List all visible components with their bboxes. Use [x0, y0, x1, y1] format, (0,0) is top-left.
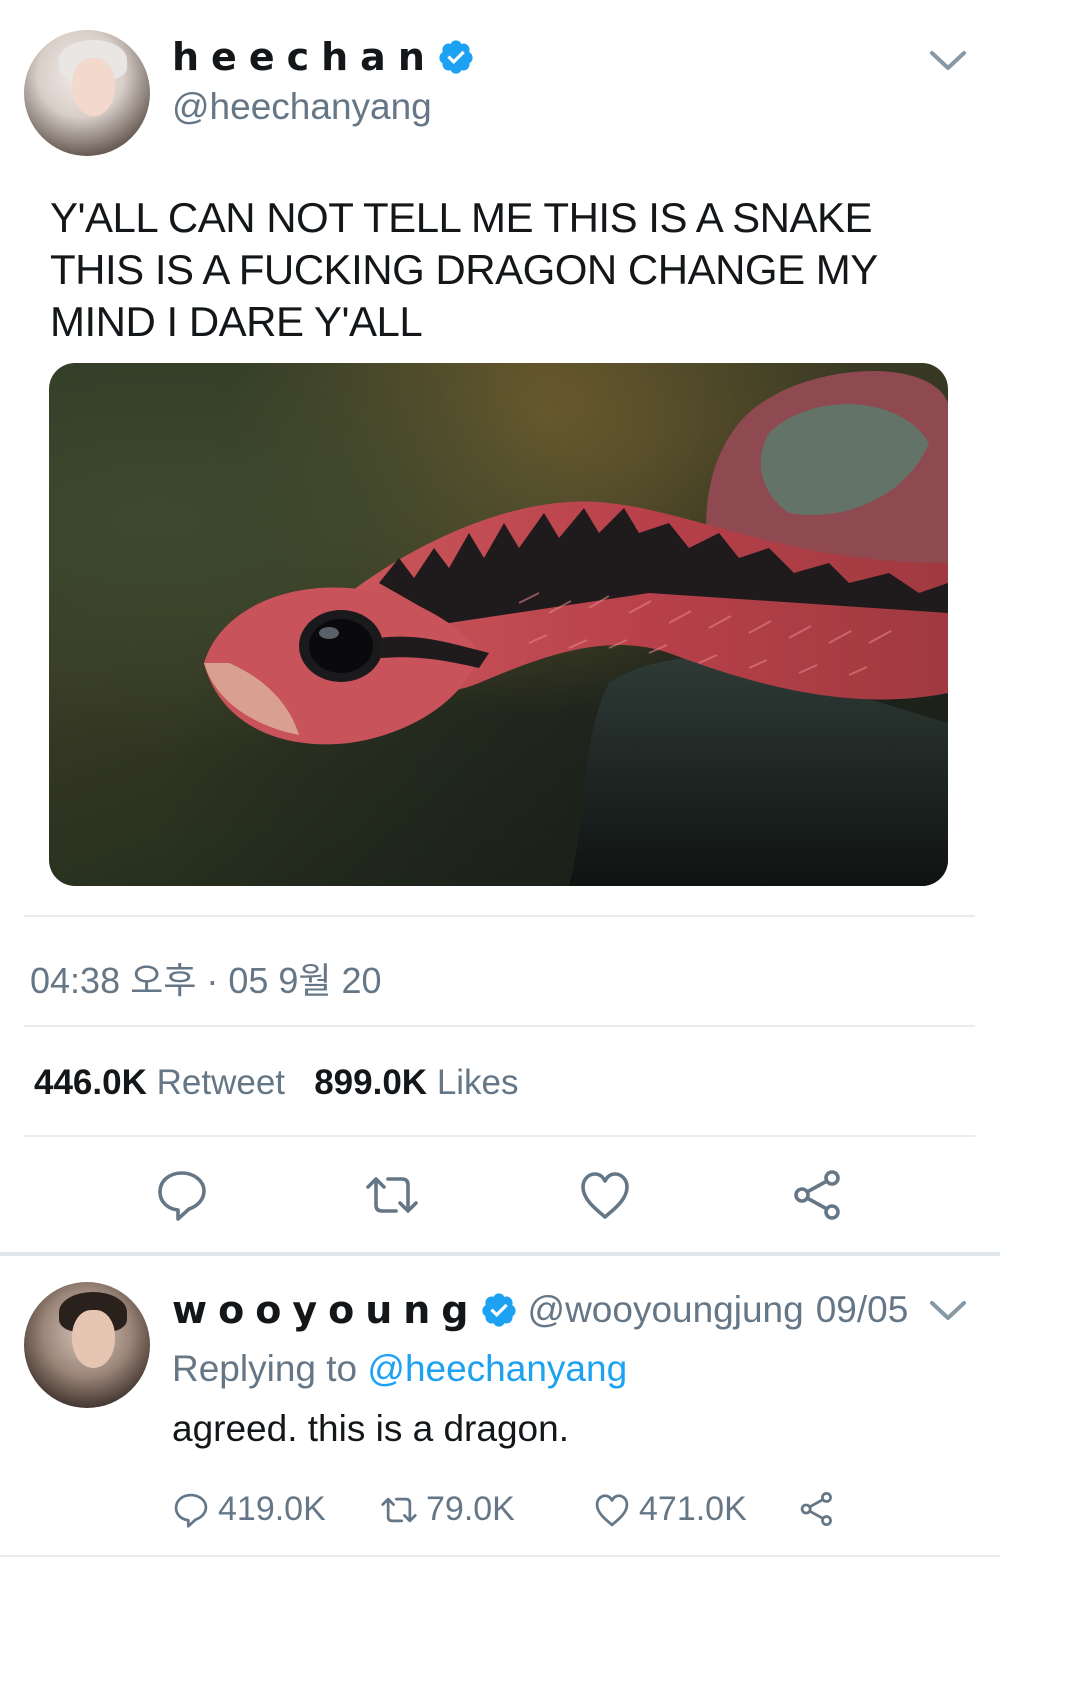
snake-illustration: [204, 370, 948, 886]
reply-author-avatar[interactable]: [24, 1282, 150, 1408]
divider-bottom: [24, 1135, 975, 1137]
reply-share-action[interactable]: [798, 1490, 844, 1528]
share-icon[interactable]: [790, 1167, 846, 1223]
chevron-down-icon[interactable]: [928, 1298, 968, 1324]
reply-author-name[interactable]: wooyoung: [172, 1288, 480, 1332]
chevron-down-icon[interactable]: [928, 48, 968, 74]
reply-date: 09/05: [815, 1289, 909, 1330]
like-icon[interactable]: [577, 1167, 633, 1223]
author-name[interactable]: heechan: [172, 35, 437, 79]
reply-retweet-action[interactable]: 79.0K: [380, 1490, 515, 1529]
like-icon: [595, 1493, 629, 1526]
divider-middle: [24, 1025, 975, 1027]
reply-reply-action[interactable]: 419.0K: [172, 1490, 326, 1529]
reply-author-handle[interactable]: @wooyoungjung: [528, 1289, 804, 1331]
tweet-image[interactable]: [49, 363, 948, 886]
reply-like-action[interactable]: 471.0K: [593, 1490, 747, 1529]
share-icon: [800, 1492, 832, 1526]
reply-icon: [174, 1493, 208, 1528]
verified-icon: [439, 40, 473, 74]
tweet-stats: 446.0K Retweet 899.0K Likes: [34, 1063, 519, 1103]
retweet-stat[interactable]: 446.0K Retweet: [34, 1063, 285, 1102]
verified-icon: [481, 1293, 516, 1327]
reply-header: wooyoung @wooyoungjung 09/05: [172, 1287, 908, 1333]
retweet-icon[interactable]: [364, 1167, 420, 1223]
likes-stat[interactable]: 899.0K Likes: [314, 1063, 518, 1102]
reply-bottom-divider: [0, 1555, 1000, 1557]
tweet-text: Y'ALL CAN NOT TELL ME THIS IS A SNAKE TH…: [50, 194, 878, 345]
replying-to: Replying to @heechanyang: [172, 1348, 628, 1389]
reply-icon[interactable]: [154, 1167, 210, 1223]
author-name-row: heechan: [172, 34, 475, 80]
author-avatar[interactable]: [24, 30, 150, 156]
retweet-icon: [381, 1497, 417, 1522]
reply-text: agreed. this is a dragon.: [172, 1408, 569, 1449]
tweet-timestamp[interactable]: 04:38 오후 · 05 9월 20: [30, 952, 382, 1004]
section-divider: [0, 1252, 1000, 1256]
replying-to-link[interactable]: @heechanyang: [367, 1348, 627, 1389]
divider-top: [24, 915, 975, 917]
author-handle[interactable]: @heechanyang: [172, 86, 432, 128]
